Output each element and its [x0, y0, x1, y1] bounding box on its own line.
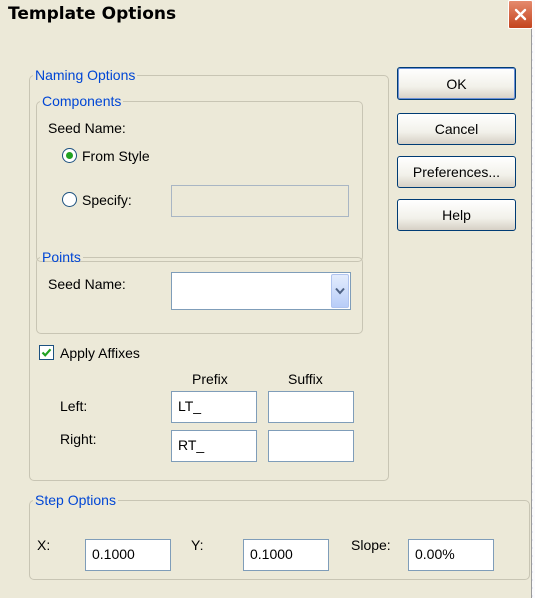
components-seed-name-label: Seed Name: [48, 120, 126, 136]
radio-selected-dot [66, 152, 73, 159]
components-group: Components [36, 93, 363, 262]
left-label: Left: [60, 398, 88, 414]
template-options-dialog: Template Options Naming Options Componen… [0, 0, 533, 598]
checkmark-icon [41, 348, 52, 357]
points-legend: Points [42, 249, 81, 265]
dropdown-button[interactable] [331, 274, 349, 308]
suffix-header: Suffix [288, 371, 323, 387]
title-bar[interactable]: Template Options [0, 0, 533, 29]
from-style-label[interactable]: From Style [82, 148, 150, 164]
step-x-input[interactable]: 0.1000 [85, 539, 171, 571]
step-options-legend: Step Options [35, 492, 116, 508]
from-style-radio[interactable] [62, 148, 77, 163]
left-prefix-input[interactable]: LT_ [171, 391, 257, 423]
cancel-button[interactable]: Cancel [397, 113, 516, 145]
apply-affixes-checkbox[interactable] [39, 345, 54, 360]
help-button[interactable]: Help [397, 199, 516, 231]
right-suffix-input[interactable] [268, 430, 354, 462]
components-legend: Components [42, 93, 122, 109]
step-y-label: Y: [191, 537, 204, 553]
right-prefix-input[interactable]: RT_ [171, 430, 257, 462]
specify-radio[interactable] [62, 192, 77, 207]
prefix-header: Prefix [192, 371, 228, 387]
specify-input[interactable] [171, 185, 349, 217]
ok-button[interactable]: OK [397, 67, 516, 100]
close-icon [514, 8, 527, 21]
naming-options-legend: Naming Options [35, 67, 136, 83]
step-slope-label: Slope: [351, 537, 391, 553]
points-seed-name-dropdown[interactable] [171, 272, 351, 310]
dialog-title: Template Options [8, 4, 177, 24]
preferences-button[interactable]: Preferences... [397, 156, 516, 188]
right-label: Right: [60, 431, 97, 447]
close-button[interactable] [508, 0, 533, 29]
specify-label[interactable]: Specify: [82, 192, 132, 208]
apply-affixes-label[interactable]: Apply Affixes [60, 345, 140, 361]
points-seed-name-label: Seed Name: [48, 276, 126, 292]
step-slope-input[interactable]: 0.00% [408, 539, 494, 571]
chevron-down-icon [335, 287, 345, 295]
dialog-content: Naming Options Components Seed Name: Fro… [3, 29, 531, 598]
left-suffix-input[interactable] [268, 391, 354, 423]
step-y-input[interactable]: 0.1000 [243, 539, 329, 571]
step-x-label: X: [37, 537, 51, 553]
